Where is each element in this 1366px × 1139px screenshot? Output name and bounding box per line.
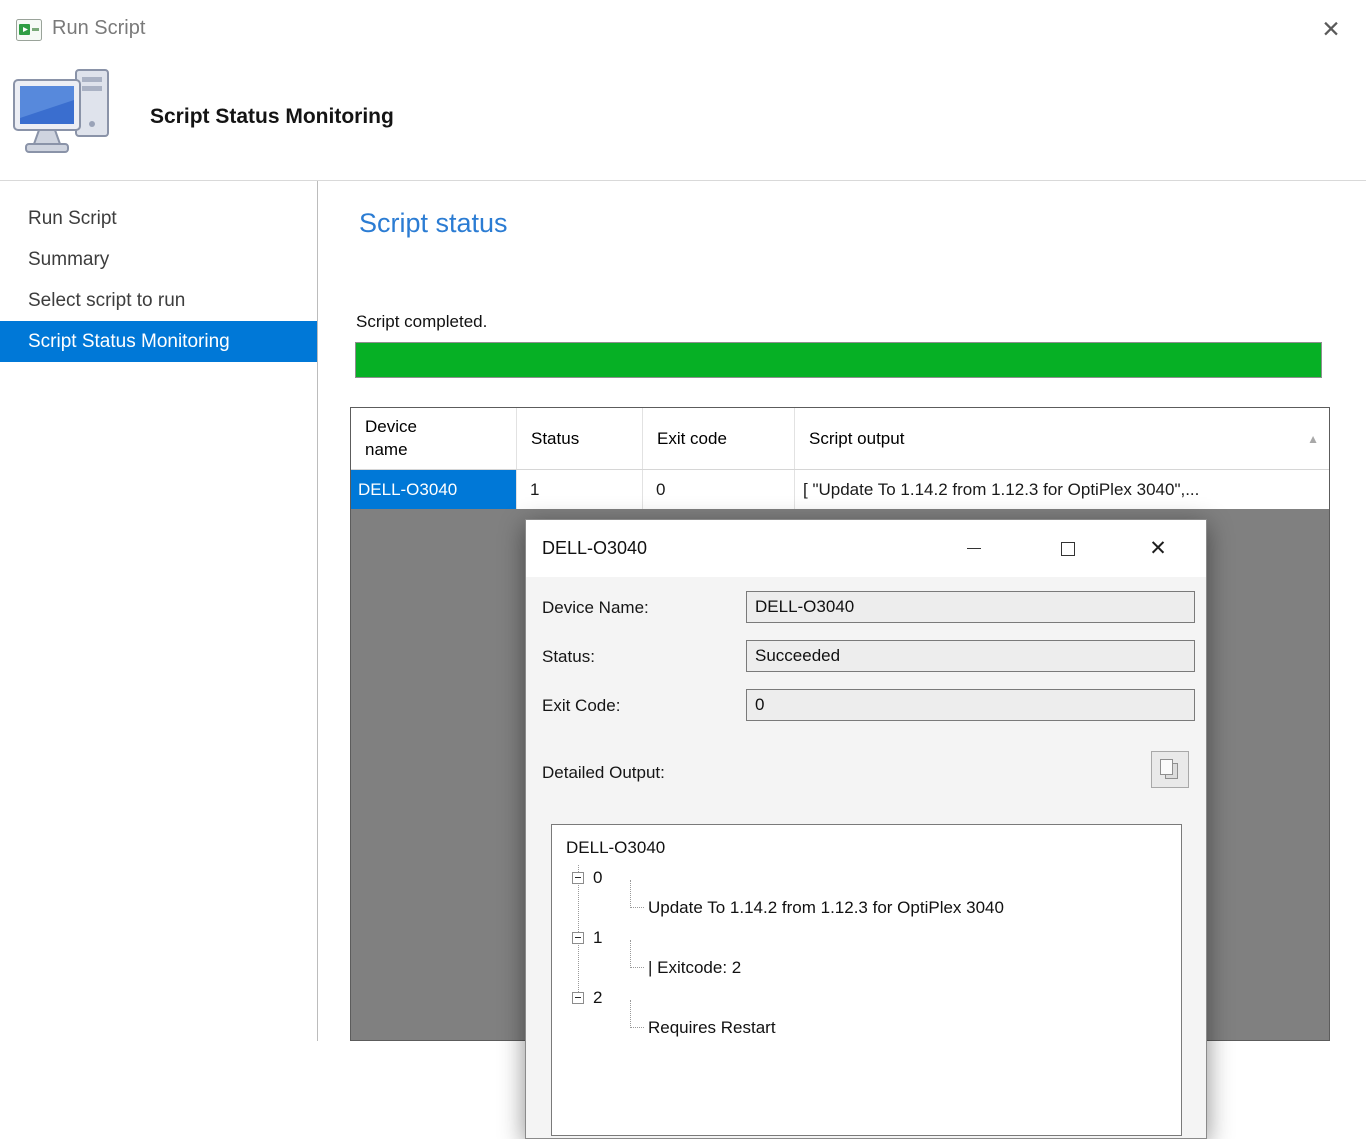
copy-icon xyxy=(1160,759,1173,775)
tree-branch-line xyxy=(630,1000,644,1028)
tree-branch-line xyxy=(630,940,644,968)
tree-branch-line xyxy=(630,880,644,908)
window-titlebar: Run Script ✕ xyxy=(0,0,1366,60)
tree-child-label[interactable]: | Exitcode: 2 xyxy=(648,953,741,983)
script-completed-text: Script completed. xyxy=(356,312,487,332)
collapse-icon[interactable] xyxy=(572,932,584,944)
exit-code-field[interactable]: 0 xyxy=(746,689,1195,721)
sidebar-item-select-script-to-run[interactable]: Select script to run xyxy=(0,280,317,321)
column-header-status[interactable]: Status xyxy=(517,408,643,469)
tree-child-label[interactable]: Requires Restart xyxy=(648,1013,776,1043)
tree-root-node[interactable]: DELL-O3040 xyxy=(552,833,1181,863)
sidebar-item-script-status-monitoring[interactable]: Script Status Monitoring xyxy=(0,321,317,362)
device-detail-dialog: DELL-O3040 ✕ Device Name: DELL-O3040 Sta… xyxy=(525,519,1207,1139)
maximize-button[interactable] xyxy=(1044,520,1092,577)
tree-node-label[interactable]: 2 xyxy=(593,983,602,1013)
tree-node: 1 xyxy=(552,923,1181,953)
grid-header-row: Device name Status Exit code Script outp… xyxy=(351,408,1329,470)
script-status-heading: Script status xyxy=(359,208,508,239)
detailed-output-tree[interactable]: DELL-O3040 0 Update To 1.14.2 from 1.12.… xyxy=(551,824,1182,1136)
maximize-icon xyxy=(1061,542,1075,556)
column-header-script-output[interactable]: Script output ▲ xyxy=(795,408,1329,469)
table-row[interactable]: DELL-O3040 1 0 [ "Update To 1.14.2 from … xyxy=(351,470,1329,509)
minimize-button[interactable] xyxy=(950,520,998,577)
dialog-close-button[interactable]: ✕ xyxy=(1134,520,1182,577)
status-label: Status: xyxy=(542,647,595,667)
page-title: Script Status Monitoring xyxy=(150,105,394,129)
collapse-icon[interactable] xyxy=(572,992,584,1004)
status-cell: 1 xyxy=(517,470,643,509)
wizard-sidebar: Run Script Summary Select script to run … xyxy=(0,181,318,1041)
column-header-exit-code[interactable]: Exit code xyxy=(643,408,795,469)
sort-ascending-icon: ▲ xyxy=(1307,432,1319,446)
computer-icon xyxy=(10,64,128,167)
minimize-icon xyxy=(967,548,981,549)
progress-fill xyxy=(356,343,1321,377)
tree-node: 2 xyxy=(552,983,1181,1013)
device-name-field[interactable]: DELL-O3040 xyxy=(746,591,1195,623)
tree-node-label[interactable]: 0 xyxy=(593,863,602,893)
dialog-title: DELL-O3040 xyxy=(542,520,647,577)
dialog-titlebar[interactable]: DELL-O3040 ✕ xyxy=(526,520,1206,577)
column-header-device-name[interactable]: Device name xyxy=(351,408,517,469)
status-field[interactable]: Succeeded xyxy=(746,640,1195,672)
collapse-icon[interactable] xyxy=(572,872,584,884)
progress-bar xyxy=(355,342,1322,378)
device-name-cell: DELL-O3040 xyxy=(351,470,517,509)
script-output-cell: [ "Update To 1.14.2 from 1.12.3 for Opti… xyxy=(795,470,1329,509)
tree-child-label[interactable]: Update To 1.14.2 from 1.12.3 for OptiPle… xyxy=(648,893,1004,923)
exit-code-label: Exit Code: xyxy=(542,696,620,716)
sidebar-item-summary[interactable]: Summary xyxy=(0,239,317,280)
tree-node-label[interactable]: 1 xyxy=(593,923,602,953)
tree-child-item: Update To 1.14.2 from 1.12.3 for OptiPle… xyxy=(552,893,1181,923)
device-name-label: Device Name: xyxy=(542,598,649,618)
copy-button[interactable] xyxy=(1151,751,1189,788)
run-script-icon xyxy=(16,19,42,46)
output-tree: DELL-O3040 0 Update To 1.14.2 from 1.12.… xyxy=(552,825,1181,1135)
sidebar-item-run-script[interactable]: Run Script xyxy=(0,198,317,239)
exit-code-cell: 0 xyxy=(643,470,795,509)
detailed-output-label: Detailed Output: xyxy=(542,763,665,783)
tree-node: 0 xyxy=(552,863,1181,893)
window-title: Run Script xyxy=(52,17,145,40)
tree-child-item: | Exitcode: 2 xyxy=(552,953,1181,983)
close-icon[interactable]: ✕ xyxy=(1310,8,1352,50)
tree-child-item: Requires Restart xyxy=(552,1013,1181,1043)
